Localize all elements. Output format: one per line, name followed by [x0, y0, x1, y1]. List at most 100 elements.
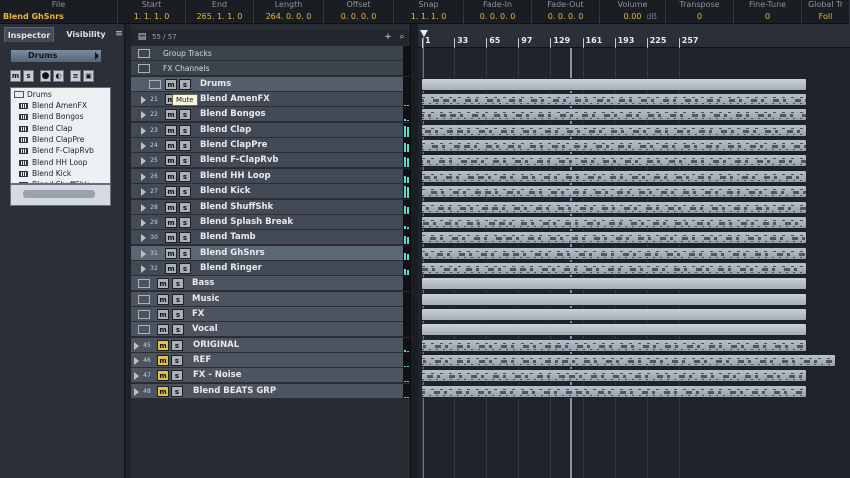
- track-row[interactable]: 46 m s REF: [131, 353, 403, 368]
- expand-icon[interactable]: [141, 157, 146, 166]
- track-row[interactable]: 22 m s Blend Bongos: [131, 107, 403, 123]
- track-name[interactable]: Blend AmenFX: [200, 92, 270, 107]
- expand-icon[interactable]: [141, 126, 146, 135]
- expand-icon[interactable]: [141, 264, 146, 273]
- expand-icon[interactable]: [141, 142, 146, 151]
- tab-inspector[interactable]: Inspector: [4, 27, 54, 42]
- info-field-volume[interactable]: Volume 0.00 dB: [600, 0, 666, 24]
- track-name[interactable]: FX - Noise: [193, 368, 242, 383]
- expand-icon[interactable]: [141, 188, 146, 197]
- track-name[interactable]: REF: [193, 353, 211, 368]
- folder-icon[interactable]: [138, 64, 150, 74]
- solo-button[interactable]: s: [172, 324, 184, 336]
- expand-icon[interactable]: [134, 387, 139, 396]
- info-field-fade-out[interactable]: Fade-Out 0. 0. 0. 0: [532, 0, 600, 24]
- track-row[interactable]: 25 m s Blend F-ClapRvb: [131, 153, 403, 169]
- info-field-value[interactable]: 0. 0. 0. 0: [464, 11, 531, 22]
- track-row[interactable]: m s Bass: [131, 276, 403, 292]
- info-field-value[interactable]: 265. 1. 1. 0: [186, 11, 253, 22]
- audio-event[interactable]: [421, 307, 807, 321]
- info-field-value[interactable]: Blend GhSnrs: [0, 11, 117, 22]
- track-row[interactable]: 24 m s Blend ClapPre: [131, 138, 403, 154]
- folder-child-item[interactable]: Blend F-ClapRvb: [19, 145, 94, 156]
- audio-event[interactable]: [421, 354, 836, 367]
- solo-button[interactable]: s: [179, 201, 191, 213]
- mute-button[interactable]: m: [165, 155, 177, 167]
- solo-button[interactable]: s: [171, 385, 183, 397]
- info-field-value[interactable]: 0: [666, 11, 733, 22]
- audio-event[interactable]: [421, 139, 807, 153]
- arrange-window[interactable]: 1 33 65 97 129 161 193 225 257: [418, 24, 850, 478]
- track-row[interactable]: m s Vocal: [131, 322, 403, 338]
- mute-button[interactable]: m: [165, 216, 177, 228]
- info-field-value[interactable]: 264. 0. 0. 0: [254, 11, 323, 22]
- mute-button[interactable]: m: [10, 70, 21, 82]
- audio-event[interactable]: [421, 246, 807, 260]
- audio-event[interactable]: [421, 77, 807, 91]
- solo-button[interactable]: s: [172, 278, 184, 290]
- solo-button[interactable]: s: [172, 308, 184, 320]
- record-enable-icon[interactable]: ●: [40, 70, 51, 82]
- add-track-icon[interactable]: +: [383, 32, 393, 42]
- mute-button[interactable]: m: [157, 385, 169, 397]
- mute-button[interactable]: m: [157, 355, 169, 366]
- audio-event[interactable]: [421, 215, 807, 229]
- track-row[interactable]: 31 m s Blend GhSnrs: [131, 245, 403, 261]
- audio-event[interactable]: [421, 108, 807, 122]
- folder-item-drums[interactable]: Drums: [14, 89, 52, 100]
- mute-button[interactable]: m: [165, 262, 177, 274]
- info-field-snap[interactable]: Snap 1. 1. 1. 0: [394, 0, 464, 24]
- folder-child-item[interactable]: Blend Bongos: [19, 111, 84, 122]
- folder-icon[interactable]: [138, 294, 150, 304]
- info-field-fade-in[interactable]: Fade-In 0. 0. 0. 0: [464, 0, 532, 24]
- track-name[interactable]: FX Channels: [163, 61, 210, 76]
- info-field-value[interactable]: 1. 1. 1. 0: [394, 11, 463, 22]
- solo-button[interactable]: s: [171, 355, 183, 366]
- audio-event[interactable]: [421, 185, 807, 199]
- track-row[interactable]: m s Drums: [131, 76, 403, 92]
- track-name[interactable]: Blend F-ClapRvb: [200, 153, 278, 168]
- track-name[interactable]: Blend ClapPre: [200, 138, 267, 153]
- info-field-value[interactable]: 0: [734, 11, 801, 22]
- mute-button[interactable]: m: [157, 293, 169, 305]
- solo-button[interactable]: s: [171, 339, 183, 351]
- expand-icon[interactable]: [141, 96, 146, 105]
- solo-button[interactable]: s: [179, 186, 191, 198]
- expand-icon[interactable]: [141, 234, 146, 243]
- solo-button[interactable]: s: [179, 247, 191, 259]
- folder-icon[interactable]: [138, 325, 150, 335]
- track-name[interactable]: Vocal: [192, 322, 218, 337]
- track-name[interactable]: Blend Kick: [200, 184, 250, 199]
- info-field-start[interactable]: Start 1. 1. 1. 0: [118, 0, 186, 24]
- search-icon[interactable]: ⌕: [397, 32, 407, 42]
- audio-event[interactable]: [421, 369, 807, 383]
- track-name[interactable]: Blend Ringer: [200, 261, 262, 276]
- audio-event[interactable]: [421, 93, 807, 107]
- panel-divider[interactable]: [410, 24, 418, 478]
- solo-button[interactable]: s: [171, 370, 183, 382]
- mute-button[interactable]: m: [165, 201, 177, 213]
- folder-child-item[interactable]: Blend Clap: [19, 123, 72, 134]
- folder-icon[interactable]: [149, 79, 161, 89]
- audio-event[interactable]: [421, 123, 807, 137]
- track-row[interactable]: 45 m s ORIGINAL: [131, 337, 403, 353]
- track-name[interactable]: Drums: [200, 77, 231, 92]
- lock-icon[interactable]: ▣: [83, 70, 94, 82]
- track-row[interactable]: 47 m s FX - Noise: [131, 368, 403, 384]
- track-row[interactable]: 28 m s Blend ShuffShk: [131, 199, 403, 215]
- expand-icon[interactable]: [134, 341, 139, 350]
- expand-icon[interactable]: [134, 372, 139, 381]
- inspector-track-name[interactable]: Drums: [10, 49, 102, 63]
- mute-button[interactable]: m: [157, 339, 169, 351]
- track-name[interactable]: FX: [192, 307, 204, 322]
- info-field-global-tr[interactable]: Global Tr Foll: [802, 0, 850, 24]
- track-row[interactable]: 23 m s Blend Clap: [131, 122, 403, 138]
- info-field-fine-tune[interactable]: Fine-Tune 0: [734, 0, 802, 24]
- mute-button[interactable]: m: [157, 278, 169, 290]
- folder-child-item[interactable]: Blend AmenFX: [19, 100, 87, 111]
- expand-icon[interactable]: [141, 172, 146, 181]
- info-field-value[interactable]: Foll: [802, 11, 849, 22]
- folder-icon[interactable]: [138, 49, 150, 58]
- info-field-length[interactable]: Length 264. 0. 0. 0: [254, 0, 324, 24]
- track-row[interactable]: 32 m s Blend Ringer: [131, 260, 403, 276]
